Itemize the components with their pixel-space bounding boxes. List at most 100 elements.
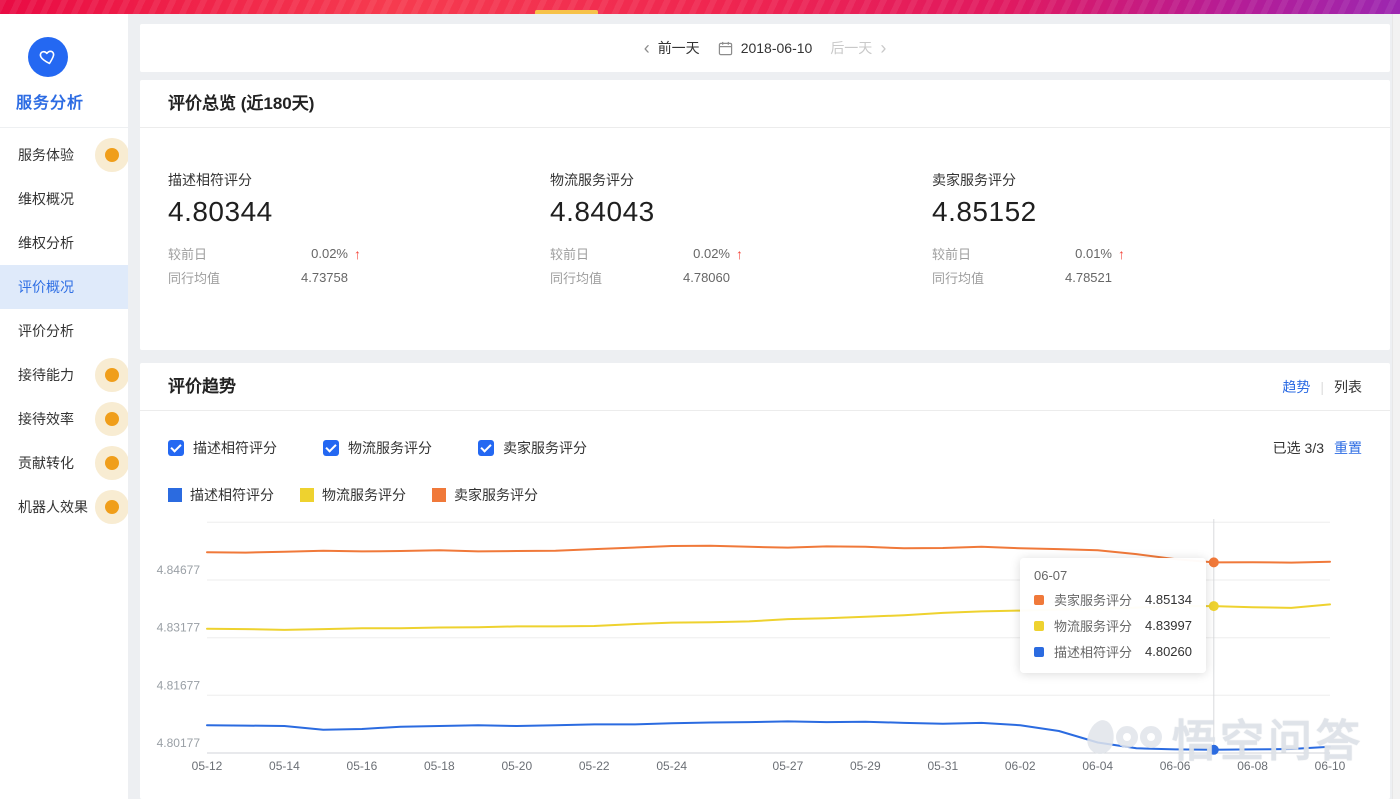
svg-text:05-12: 05-12: [192, 759, 223, 773]
svg-text:05-14: 05-14: [269, 759, 300, 773]
svg-text:4.80177: 4.80177: [157, 736, 201, 750]
chart-legend: 描述相符评分 物流服务评分 卖家服务评分: [140, 485, 1390, 505]
notice-dot-icon: [105, 148, 119, 162]
page-scrollbar[interactable]: [1392, 14, 1400, 799]
review-trend-card: 评价趋势 趋势 | 列表 描述相符评分 物流服务评分 卖家服务评分 已选 3/3 重…: [140, 363, 1390, 799]
legend-swatch-icon: [300, 488, 314, 502]
sidebar-item-robot-effect[interactable]: 机器人效果: [0, 485, 128, 529]
change-label: 较前日: [168, 247, 208, 262]
metric-value: 4.84043: [550, 196, 655, 227]
banner-tab-indicator: [535, 10, 598, 14]
tooltip-series-name: 卖家服务评分: [1054, 593, 1133, 608]
svg-text:06-04: 06-04: [1082, 759, 1113, 773]
sidebar-item-service-experience[interactable]: 服务体验: [0, 133, 128, 177]
legend-logistics-score: 物流服务评分: [300, 485, 406, 505]
metric-name: 卖家服务评分: [932, 172, 1016, 188]
prev-day-button[interactable]: ‹ 前一天: [642, 38, 700, 58]
svg-text:05-20: 05-20: [501, 759, 532, 773]
svg-text:05-29: 05-29: [850, 759, 881, 773]
sidebar-item-label: 机器人效果: [18, 499, 88, 515]
checkbox-checked-icon: [478, 440, 494, 456]
review-overview-card: 评价总览 (近180天) 描述相符评分 4.80344 较前日 0.02% ↑ 同行…: [140, 80, 1390, 350]
svg-text:06-02: 06-02: [1005, 759, 1036, 773]
sidebar-item-contribution-conversion[interactable]: 贡献转化: [0, 441, 128, 485]
sidebar-title: 服务分析: [16, 95, 85, 112]
date-picker[interactable]: 2018-06-10: [718, 40, 813, 56]
sidebar-item-reception-efficiency[interactable]: 接待效率: [0, 397, 128, 441]
legend-seller-score: 卖家服务评分: [432, 485, 538, 505]
peer-label: 同行均值: [932, 271, 985, 286]
change-value: 0.02%: [311, 246, 348, 261]
chevron-right-icon: ›: [880, 38, 887, 58]
change-value: 0.02%: [693, 246, 730, 261]
sidebar-item-reception-capacity[interactable]: 接待能力: [0, 353, 128, 397]
sidebar-item-label: 接待效率: [18, 411, 74, 427]
sidebar: 服务分析 服务体验 维权概况 维权分析 评价概况 评价分析 接待能力 接待效率 …: [0, 14, 128, 799]
svg-text:05-31: 05-31: [927, 759, 958, 773]
sidebar-item-label: 评价分析: [18, 323, 74, 339]
selected-count: 已选 3/3: [1272, 440, 1324, 456]
sidebar-item-review-overview[interactable]: 评价概况: [0, 265, 128, 309]
view-trend-tab[interactable]: 趋势: [1282, 379, 1310, 395]
trend-line-chart[interactable]: 4.80177 4.81677 4.83177 4.84677 05-12 05-14 05…: [140, 513, 1390, 799]
svg-text:06-08: 06-08: [1237, 759, 1268, 773]
checkbox-label: 卖家服务评分: [503, 440, 587, 456]
checkbox-label: 描述相符评分: [193, 440, 277, 456]
sidebar-brand[interactable]: 服务分析: [0, 14, 128, 128]
svg-text:05-22: 05-22: [579, 759, 610, 773]
checkbox-logistics-score[interactable]: 物流服务评分: [323, 438, 432, 458]
overview-header: 评价总览 (近180天): [140, 80, 1390, 128]
chart-tooltip: 06-07 卖家服务评分 4.85134 物流服务评分 4.83997 描述相符评分…: [1020, 558, 1206, 673]
series-swatch-icon: [1034, 646, 1044, 657]
metric-name: 物流服务评分: [550, 172, 634, 188]
peer-value: 4.78060: [683, 270, 730, 285]
calendar-icon: [718, 41, 732, 55]
metric-value: 4.85152: [932, 196, 1037, 227]
series-filters: 描述相符评分 物流服务评分 卖家服务评分 已选 3/3 重置: [140, 438, 1390, 458]
svg-text:05-27: 05-27: [773, 759, 804, 773]
change-label: 较前日: [932, 247, 972, 262]
tooltip-date: 06-07: [1034, 568, 1068, 583]
svg-text:05-24: 05-24: [656, 759, 687, 773]
banner-pattern: [0, 0, 1400, 14]
chevron-left-icon: ‹: [643, 38, 650, 58]
overview-title: 评价总览 (近180天): [168, 94, 315, 113]
checkbox-label: 物流服务评分: [348, 440, 432, 456]
svg-text:4.84677: 4.84677: [157, 563, 201, 577]
tooltip-row: 卖家服务评分 4.85134: [1034, 590, 1192, 609]
checkbox-description-score[interactable]: 描述相符评分: [168, 438, 277, 458]
next-day-button[interactable]: 后一天 ›: [830, 38, 888, 58]
sidebar-item-label: 服务体验: [18, 147, 74, 163]
trend-header: 评价趋势 趋势 | 列表: [140, 363, 1390, 411]
sidebar-item-label: 维权分析: [18, 235, 74, 251]
peer-value: 4.73758: [301, 270, 348, 285]
change-value: 0.01%: [1075, 246, 1112, 261]
checkbox-checked-icon: [168, 440, 184, 456]
checkbox-seller-score[interactable]: 卖家服务评分: [478, 438, 587, 458]
legend-label: 物流服务评分: [322, 487, 406, 503]
tooltip-series-name: 物流服务评分: [1054, 619, 1133, 634]
tooltip-series-name: 描述相符评分: [1054, 645, 1133, 660]
overview-metrics: 描述相符评分 4.80344 较前日 0.02% ↑ 同行均值 4.73758 物流服…: [140, 128, 1390, 287]
current-date: 2018-06-10: [740, 40, 813, 56]
sidebar-item-rights-analysis[interactable]: 维权分析: [0, 221, 128, 265]
promo-banner: [0, 0, 1400, 14]
sidebar-item-label: 接待能力: [18, 367, 74, 383]
metric-name: 描述相符评分: [168, 172, 252, 188]
service-heart-icon: [28, 37, 68, 77]
svg-text:06-10: 06-10: [1315, 759, 1346, 773]
legend-swatch-icon: [432, 488, 446, 502]
tooltip-series-value: 4.83997: [1145, 618, 1192, 633]
sidebar-item-rights-overview[interactable]: 维权概况: [0, 177, 128, 221]
notice-dot-icon: [105, 412, 119, 426]
trend-title: 评价趋势: [168, 377, 236, 396]
sidebar-item-label: 评价概况: [18, 279, 74, 295]
tooltip-row: 物流服务评分 4.83997: [1034, 616, 1192, 635]
legend-description-score: 描述相符评分: [168, 485, 274, 505]
checkbox-checked-icon: [323, 440, 339, 456]
sidebar-item-review-analysis[interactable]: 评价分析: [0, 309, 128, 353]
series-swatch-icon: [1034, 594, 1044, 605]
reset-button[interactable]: 重置: [1334, 438, 1362, 458]
legend-swatch-icon: [168, 488, 182, 502]
view-list-tab[interactable]: 列表: [1334, 379, 1362, 395]
